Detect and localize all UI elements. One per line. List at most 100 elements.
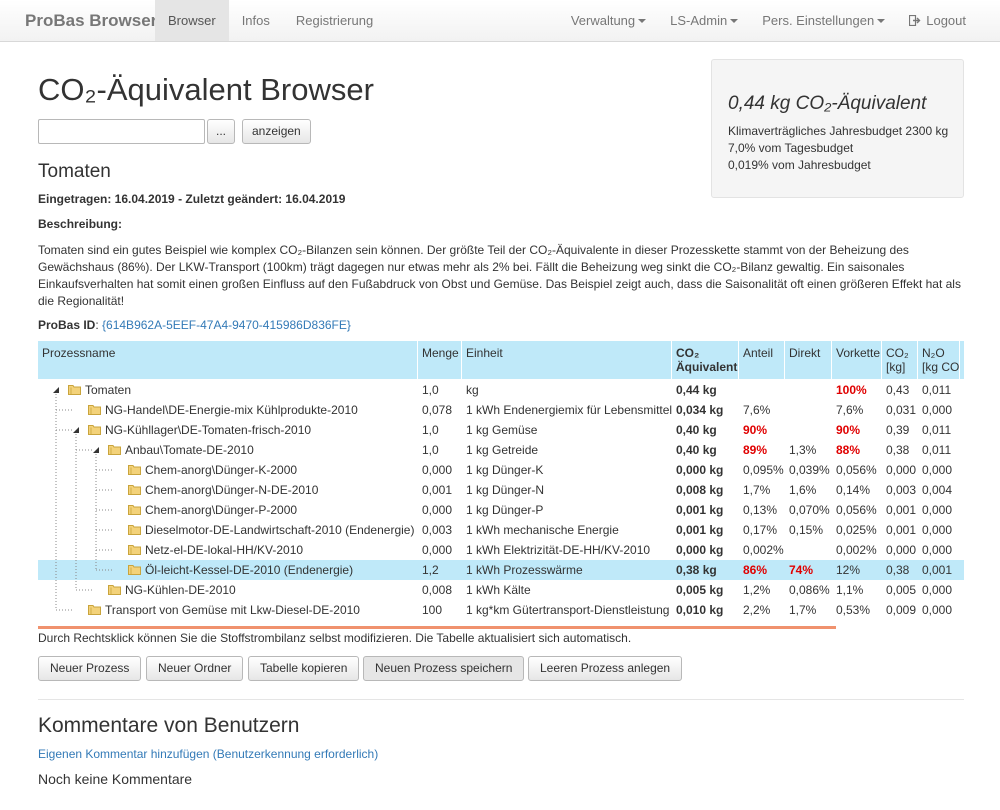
process-name: NG-Kühlen-DE-2010 — [125, 583, 236, 597]
col-header-vorkette[interactable]: Vorkette — [836, 346, 880, 360]
nav-registrierung[interactable]: Registrierung — [283, 0, 386, 41]
cell-vorkette: 0,025% — [836, 523, 877, 537]
process-name: Chem-anorg\Dünger-N-DE-2010 — [145, 483, 319, 497]
table-row[interactable]: Anbau\Tomate-DE-2010 1,0 1 kg Getreide 0,40… — [38, 440, 964, 460]
cell-vorkette: 1,1% — [836, 583, 864, 597]
new-folder-button[interactable]: Neuer Ordner — [146, 656, 244, 681]
table-row[interactable]: NG-Kühllager\DE-Tomaten-frisch-2010 1,0 1 … — [38, 420, 964, 440]
cell-einheit: 1 kWh Elektrizität-DE-HH/KV-2010 — [466, 543, 651, 557]
nav-infos[interactable]: Infos — [229, 0, 283, 41]
col-header-anteil[interactable]: Anteil — [743, 346, 773, 360]
cell-n2o: 0,000 — [922, 503, 953, 517]
new-process-button[interactable]: Neuer Prozess — [38, 656, 142, 681]
cell-vorkette: 0,14% — [836, 483, 871, 497]
nav-pers-einstellungen-dropdown[interactable]: Pers. Einstellungen — [750, 0, 897, 41]
folder-icon — [88, 605, 101, 615]
cell-vorkette: 0,002% — [836, 543, 877, 557]
cell-einheit: 1 kWh Kälte — [466, 583, 531, 597]
col-header-co2aeq-line2: Äquivalent — [676, 360, 738, 374]
folder-icon — [128, 525, 141, 535]
table-row[interactable]: Chem-anorg\Dünger-N-DE-2010 0,001 1 kg Dün… — [38, 480, 964, 500]
cell-co2aeq: 0,005 kg — [676, 583, 724, 597]
col-header-n2o-line2: [kg CO — [922, 360, 960, 374]
nav-browser[interactable]: Browser — [155, 0, 229, 41]
cell-co2aeq: 0,001 kg — [676, 523, 724, 537]
col-header-co2aeq[interactable]: CO₂ Äquivalent — [676, 346, 737, 374]
cell-co2: 0,38 — [886, 563, 910, 577]
process-name: Öl-leicht-Kessel-DE-2010 (Endenergie) — [145, 563, 354, 577]
cell-direkt: 0,039% — [789, 463, 830, 477]
nav-ls-admin-dropdown[interactable]: LS-Admin — [658, 0, 750, 41]
table-row[interactable]: Öl-leicht-Kessel-DE-2010 (Endenergie) 1,2… — [38, 560, 964, 580]
table-row[interactable]: Chem-anorg\Dünger-K-2000 0,000 1 kg Dünger… — [38, 460, 964, 480]
cell-co2aeq: 0,000 kg — [676, 463, 724, 477]
product-title: Tomaten — [38, 161, 111, 182]
caret-down-icon — [877, 18, 886, 23]
logout-icon — [909, 15, 921, 26]
process-name: Chem-anorg\Dünger-K-2000 — [145, 463, 298, 477]
col-header-menge[interactable]: Menge — [422, 346, 459, 360]
folder-icon — [128, 565, 141, 575]
folder-icon — [128, 465, 141, 475]
cell-co2: 0,38 — [886, 443, 910, 457]
create-empty-process-button[interactable]: Leeren Prozess anlegen — [528, 656, 683, 681]
save-process-button[interactable]: Neuen Prozess speichern — [363, 656, 525, 681]
cell-anteil: 0,13% — [743, 503, 778, 517]
table-row[interactable]: Dieselmotor-DE-Landwirtschaft-2010 (Ende… — [38, 520, 964, 540]
process-name: Tomaten — [85, 383, 132, 397]
brand-logo[interactable]: ProBas Browser — [25, 11, 157, 31]
cell-co2: 0,000 — [886, 463, 917, 477]
table-row[interactable]: Chem-anorg\Dünger-P-2000 0,000 1 kg Dünger… — [38, 500, 964, 520]
probas-id: ProBas ID: {614B962A-5EEF-47A4-9470-4159… — [38, 318, 351, 332]
cell-vorkette: 7,6% — [836, 403, 864, 417]
cell-einheit: 1 kWh Prozesswärme — [466, 563, 583, 577]
col-header-n2o-line1: N₂O — [922, 346, 945, 360]
col-header-co2[interactable]: CO₂ [kg] — [886, 346, 909, 374]
nav-verwaltung-dropdown[interactable]: Verwaltung — [559, 0, 658, 41]
table-row[interactable]: Transport von Gemüse mit Lkw-Diesel-DE-2… — [38, 600, 964, 620]
description-label: Beschreibung: — [38, 217, 123, 231]
caret-down-icon — [638, 18, 647, 23]
logout-link[interactable]: Logout — [897, 0, 978, 41]
table-row[interactable]: NG-Kühlen-DE-2010 0,008 1 kWh Kälte 0,005 k… — [38, 580, 964, 600]
cell-vorkette: 0,056% — [836, 503, 877, 517]
cell-vorkette: 0,056% — [836, 463, 877, 477]
table-header: Prozessname Menge Einheit CO₂ Äquivalent… — [38, 341, 964, 379]
folder-icon — [108, 445, 121, 455]
cell-co2aeq: 0,034 kg — [676, 403, 724, 417]
browse-button[interactable]: ... — [207, 119, 236, 144]
process-name: NG-Handel\DE-Energie-mix Kühlprodukte-20… — [105, 403, 358, 417]
horizontal-scroll-indicator[interactable] — [38, 626, 836, 629]
col-header-name[interactable]: Prozessname — [42, 346, 115, 360]
show-button[interactable]: anzeigen — [242, 119, 311, 144]
cell-anteil: 2,2% — [743, 603, 771, 617]
col-header-co2aeq-line1: CO₂ — [676, 346, 700, 360]
table-row[interactable]: Netz-el-DE-lokal-HH/KV-2010 0,000 1 kWh El… — [38, 540, 964, 560]
cell-co2: 0,031 — [886, 403, 917, 417]
cell-einheit: 1 kg Gemüse — [466, 423, 538, 437]
cell-co2: 0,001 — [886, 523, 917, 537]
copy-table-button[interactable]: Tabelle kopieren — [248, 656, 360, 681]
table-row[interactable]: Tomaten 1,0 kg 0,44 kg 100% 0,43 0,011 — [38, 380, 964, 400]
cell-einheit: 1 kg Dünger-K — [466, 463, 544, 477]
expand-arrow-icon[interactable] — [92, 446, 100, 454]
expand-arrow-icon[interactable] — [72, 426, 80, 434]
process-name: Dieselmotor-DE-Landwirtschaft-2010 (Ende… — [145, 523, 415, 537]
folder-icon — [128, 485, 141, 495]
col-header-n2o[interactable]: N₂O [kg CO — [922, 346, 959, 374]
cell-einheit: kg — [466, 383, 479, 397]
search-input[interactable] — [38, 119, 205, 144]
expand-arrow-icon[interactable] — [52, 386, 60, 394]
table-row[interactable]: NG-Handel\DE-Energie-mix Kühlprodukte-20… — [38, 400, 964, 420]
folder-icon — [128, 505, 141, 515]
cell-n2o: 0,000 — [922, 543, 953, 557]
cell-anteil: 1,7% — [743, 483, 771, 497]
col-header-einheit[interactable]: Einheit — [466, 346, 503, 360]
cell-co2aeq: 0,40 kg — [676, 443, 717, 457]
col-header-direkt[interactable]: Direkt — [789, 346, 820, 360]
probas-id-link[interactable]: {614B962A-5EEF-47A4-9470-415986D836FE} — [102, 318, 351, 332]
add-comment-link[interactable]: Eigenen Kommentar hinzufügen (Benutzerke… — [38, 747, 378, 761]
cell-co2aeq: 0,000 kg — [676, 543, 724, 557]
cell-menge: 0,000 — [422, 503, 453, 517]
cell-n2o: 0,000 — [922, 463, 953, 477]
